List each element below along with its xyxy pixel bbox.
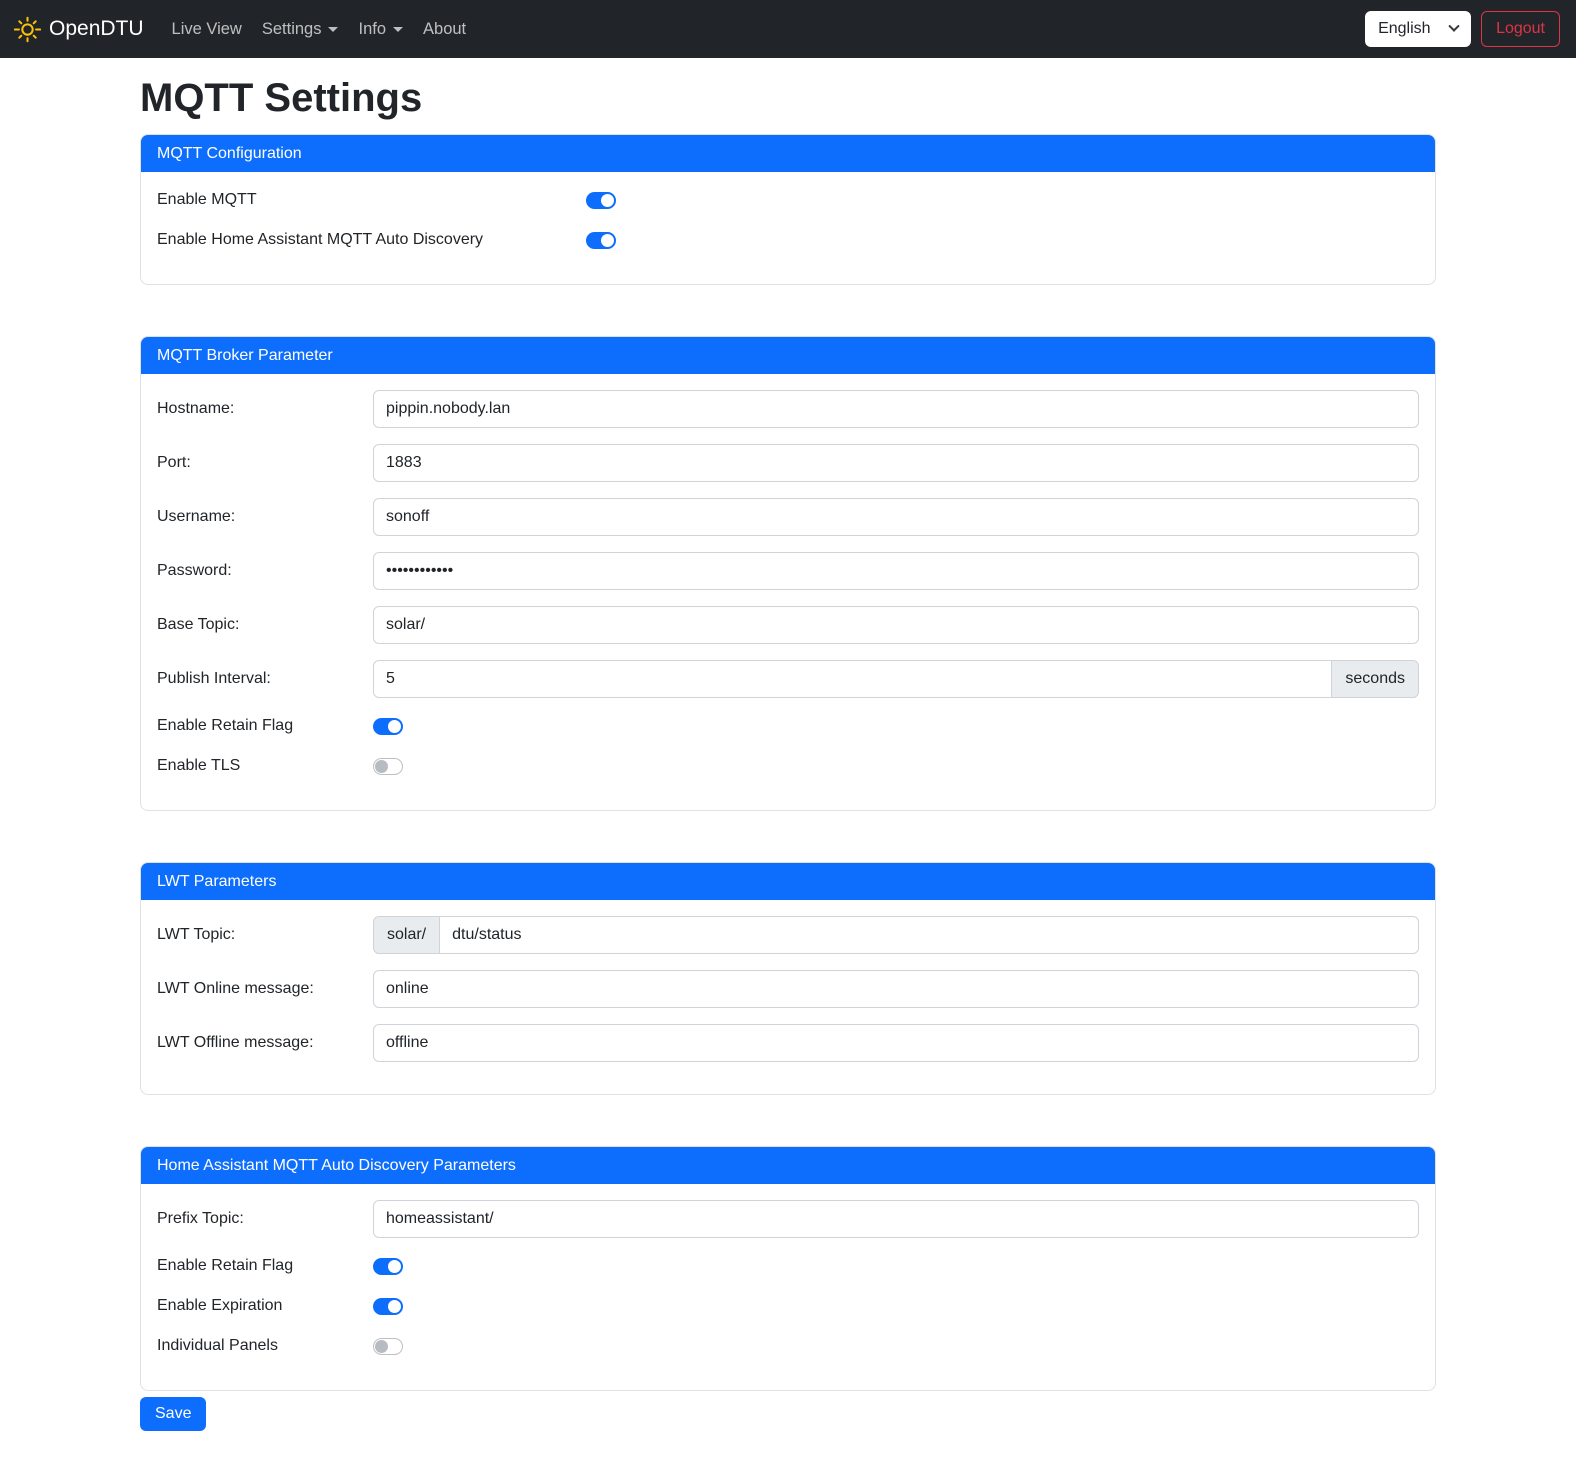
hostname-row: Hostname:: [157, 390, 1419, 428]
hostname-input[interactable]: [373, 390, 1419, 428]
username-row: Username:: [157, 498, 1419, 536]
sun-logo-icon: [14, 16, 41, 43]
prefix-topic-input[interactable]: [373, 1200, 1419, 1238]
enable-tls-row: Enable TLS: [157, 754, 1419, 778]
nav-item-info-label: Info: [358, 20, 386, 39]
enable-ha-discovery-label: Enable Home Assistant MQTT Auto Discover…: [157, 231, 586, 249]
nav-item-settings[interactable]: Settings: [252, 12, 349, 47]
enable-mqtt-label: Enable MQTT: [157, 191, 586, 209]
lwt-offline-input[interactable]: [373, 1024, 1419, 1062]
lwt-topic-row: LWT Topic: solar/: [157, 916, 1419, 954]
enable-mqtt-toggle[interactable]: [586, 192, 616, 209]
lwt-parameters-card: LWT Parameters LWT Topic: solar/ LWT Onl…: [140, 862, 1436, 1095]
port-input[interactable]: [373, 444, 1419, 482]
ha-enable-retain-label: Enable Retain Flag: [157, 1257, 373, 1275]
logout-button[interactable]: Logout: [1481, 11, 1560, 47]
publish-interval-label: Publish Interval:: [157, 670, 373, 688]
ha-enable-retain-row: Enable Retain Flag: [157, 1254, 1419, 1278]
lwt-offline-label: LWT Offline message:: [157, 1034, 373, 1052]
enable-tls-label: Enable TLS: [157, 757, 373, 775]
lwt-online-label: LWT Online message:: [157, 980, 373, 998]
prefix-topic-row: Prefix Topic:: [157, 1200, 1419, 1238]
hostname-label: Hostname:: [157, 400, 373, 418]
individual-panels-toggle[interactable]: [373, 1338, 403, 1355]
enable-expiration-row: Enable Expiration: [157, 1294, 1419, 1318]
username-label: Username:: [157, 508, 373, 526]
base-topic-label: Base Topic:: [157, 616, 373, 634]
brand-name: OpenDTU: [49, 17, 144, 41]
lwt-online-row: LWT Online message:: [157, 970, 1419, 1008]
nav-item-info[interactable]: Info: [348, 12, 413, 47]
enable-expiration-label: Enable Expiration: [157, 1297, 373, 1315]
lwt-online-input[interactable]: [373, 970, 1419, 1008]
username-input[interactable]: [373, 498, 1419, 536]
lwt-topic-label: LWT Topic:: [157, 926, 373, 944]
nav-item-live-view[interactable]: Live View: [162, 12, 252, 47]
page-title: MQTT Settings: [140, 74, 1436, 122]
chevron-down-icon: [1448, 21, 1459, 32]
brand-link[interactable]: OpenDTU: [14, 16, 144, 43]
language-select[interactable]: English: [1365, 11, 1471, 47]
enable-retain-row: Enable Retain Flag: [157, 714, 1419, 738]
ha-enable-retain-toggle[interactable]: [373, 1258, 403, 1275]
lwt-topic-input[interactable]: [439, 916, 1419, 954]
navbar: OpenDTU Live View Settings Info About En…: [0, 0, 1576, 58]
password-row: Password:: [157, 552, 1419, 590]
ha-discovery-header: Home Assistant MQTT Auto Discovery Param…: [141, 1147, 1435, 1184]
base-topic-input[interactable]: [373, 606, 1419, 644]
port-label: Port:: [157, 454, 373, 472]
enable-tls-toggle[interactable]: [373, 758, 403, 775]
lwt-topic-prefix: solar/: [373, 916, 440, 954]
base-topic-row: Base Topic:: [157, 606, 1419, 644]
chevron-down-icon: [328, 27, 338, 32]
mqtt-configuration-card: MQTT Configuration Enable MQTT Enable Ho…: [140, 134, 1436, 285]
publish-interval-row: Publish Interval: seconds: [157, 660, 1419, 698]
nav-item-settings-label: Settings: [262, 20, 322, 39]
mqtt-broker-header: MQTT Broker Parameter: [141, 337, 1435, 374]
nav-item-about[interactable]: About: [413, 12, 476, 47]
individual-panels-label: Individual Panels: [157, 1337, 373, 1355]
enable-expiration-toggle[interactable]: [373, 1298, 403, 1315]
lwt-offline-row: LWT Offline message:: [157, 1024, 1419, 1062]
enable-retain-label: Enable Retain Flag: [157, 717, 373, 735]
mqtt-configuration-header: MQTT Configuration: [141, 135, 1435, 172]
enable-ha-discovery-row: Enable Home Assistant MQTT Auto Discover…: [157, 228, 1419, 252]
password-input[interactable]: [373, 552, 1419, 590]
nav-links: Live View Settings Info About: [162, 12, 477, 47]
port-row: Port:: [157, 444, 1419, 482]
mqtt-broker-card: MQTT Broker Parameter Hostname: Port: Us…: [140, 336, 1436, 811]
individual-panels-row: Individual Panels: [157, 1334, 1419, 1358]
ha-discovery-card: Home Assistant MQTT Auto Discovery Param…: [140, 1146, 1436, 1391]
password-label: Password:: [157, 562, 373, 580]
chevron-down-icon: [393, 27, 403, 32]
save-button[interactable]: Save: [140, 1397, 206, 1431]
lwt-parameters-header: LWT Parameters: [141, 863, 1435, 900]
prefix-topic-label: Prefix Topic:: [157, 1210, 373, 1228]
enable-retain-toggle[interactable]: [373, 718, 403, 735]
language-selected-value: English: [1378, 20, 1430, 38]
enable-mqtt-row: Enable MQTT: [157, 188, 1419, 212]
publish-interval-unit: seconds: [1331, 660, 1419, 698]
enable-ha-discovery-toggle[interactable]: [586, 232, 616, 249]
publish-interval-input[interactable]: [373, 660, 1332, 698]
